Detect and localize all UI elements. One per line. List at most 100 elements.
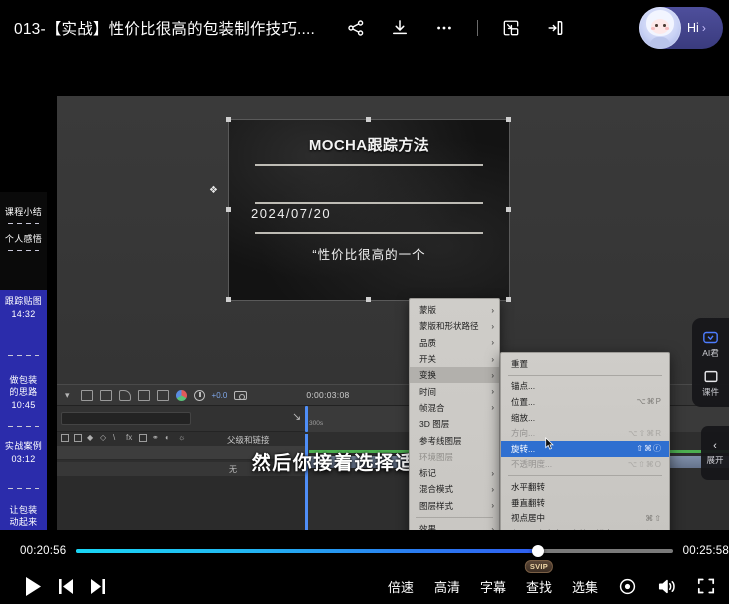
picture-in-picture-icon[interactable] xyxy=(500,17,522,39)
timeline-search-input[interactable] xyxy=(61,412,191,425)
selection-handle[interactable] xyxy=(226,207,231,212)
submenu-item[interactable]: 垂直翻转 xyxy=(501,495,669,511)
book-icon xyxy=(692,367,729,385)
solo-switch-icon[interactable]: ◆ xyxy=(87,434,95,442)
player-controls: 倍速 高清 字幕 SVIP 查找 选集 xyxy=(0,568,729,604)
3d-switch-icon[interactable] xyxy=(139,434,147,442)
ae-canvas: MOCHA跟踪方法 2024/07/20 “性价比很高的一个 xyxy=(229,120,509,300)
menu-item[interactable]: 蒙版和形状路径› xyxy=(410,318,499,334)
chapter-item-reflection[interactable]: 个人感悟 xyxy=(0,233,47,245)
play-button[interactable] xyxy=(24,576,43,597)
selection-handle[interactable] xyxy=(506,207,511,212)
speed-button[interactable]: 倍速 xyxy=(388,577,414,596)
menu-item[interactable]: 混合模式› xyxy=(410,481,499,497)
region-of-interest-icon[interactable] xyxy=(100,390,112,401)
quality-button[interactable]: 高清 xyxy=(434,577,460,596)
timeline-layer-switches: ◆ ◇ \ fx ⚭ ◐ ☼ xyxy=(61,434,186,442)
chevron-left-icon: ‹ xyxy=(713,440,717,452)
audio-switch-icon[interactable] xyxy=(74,434,82,442)
side-tools-panel: AI君 课件 xyxy=(692,318,729,407)
chapter-item-packaging-ideas[interactable]: 做包装 的思路 10:45 xyxy=(0,374,47,412)
menu-item[interactable]: 效果› xyxy=(410,521,499,530)
menu-item[interactable]: 帧混合› xyxy=(410,400,499,416)
submenu-item[interactable]: 位置...⌥⌘P xyxy=(501,394,669,410)
link-switch-icon[interactable]: ⚭ xyxy=(152,434,160,442)
volume-button[interactable] xyxy=(657,577,677,596)
submenu-item[interactable]: 水平翻转 xyxy=(501,479,669,495)
menu-item[interactable]: 品质› xyxy=(410,335,499,351)
user-chip[interactable]: Hi› xyxy=(639,7,723,49)
title-safe-icon[interactable] xyxy=(138,390,150,401)
effects-switch-icon[interactable]: fx xyxy=(126,434,134,442)
video-switch-icon[interactable] xyxy=(61,434,69,442)
cast-icon[interactable] xyxy=(544,17,566,39)
menu-item-transform[interactable]: 变换› xyxy=(410,367,499,383)
chevron-down-icon[interactable]: ▾ xyxy=(65,390,70,401)
video-stage[interactable]: MOCHA跟踪方法 2024/07/20 “性价比很高的一个 ❖ ▾ xyxy=(0,96,729,530)
ai-assistant-label: AI君 xyxy=(692,347,729,359)
chapter-rail[interactable]: 课程小结 个人感悟 跟踪贴图 14:32 做包装 的思路 10:45 实战案例 … xyxy=(0,192,47,530)
submenu-item[interactable]: 锚点... xyxy=(501,379,669,395)
3d-view-icon[interactable] xyxy=(157,390,169,401)
lock-switch-icon[interactable]: ◇ xyxy=(100,434,108,442)
search-button[interactable]: SVIP 查找 xyxy=(526,577,552,596)
courseware-button[interactable]: 课件 xyxy=(692,364,729,403)
shy-icon[interactable]: ↘ xyxy=(292,411,305,424)
fullscreen-button[interactable] xyxy=(697,577,715,595)
exposure-icon[interactable] xyxy=(194,390,205,401)
menu-item[interactable]: 蒙版› xyxy=(410,302,499,318)
expand-panel-button[interactable]: ‹ 展开 xyxy=(701,426,729,480)
submenu-item[interactable]: 缩放... xyxy=(501,410,669,426)
submenu-item[interactable]: 视点居中⌘⇧ xyxy=(501,510,669,526)
mask-switch-icon[interactable]: \ xyxy=(113,434,121,442)
subtitle-button[interactable]: 字幕 xyxy=(480,577,506,596)
more-icon[interactable] xyxy=(433,17,455,39)
courseware-label: 课件 xyxy=(692,386,729,398)
progress-row: 00:20:56 00:25:58 xyxy=(0,538,729,564)
selection-handle[interactable] xyxy=(366,297,371,302)
selection-handle[interactable] xyxy=(226,117,231,122)
greeting-label: Hi xyxy=(687,21,699,35)
transform-submenu[interactable]: 重置 锚点... 位置...⌥⌘P 缩放... 方向...⌥⇧⌘R 旋转...⇧… xyxy=(500,352,670,530)
blend-switch-icon[interactable]: ☼ xyxy=(178,434,186,442)
ae-layer-context-menu[interactable]: 蒙版› 蒙版和形状路径› 品质› 开关› 变换› 时间› 帧混合› 3D 图层 … xyxy=(409,298,500,530)
selection-handle[interactable] xyxy=(366,117,371,122)
transparency-grid-icon[interactable] xyxy=(81,390,93,401)
download-icon[interactable] xyxy=(389,17,411,39)
settings-button[interactable] xyxy=(618,577,637,596)
submenu-item[interactable]: 在图层内容中居中放置锚点⌥⌘⇧ xyxy=(501,526,669,530)
chapter-item-summary[interactable]: 课程小结 xyxy=(0,206,47,218)
progress-knob[interactable] xyxy=(532,545,544,557)
chapter-item-tracking[interactable]: 跟踪贴图 14:32 xyxy=(0,295,47,321)
channel-color-icon[interactable] xyxy=(176,390,187,401)
menu-item[interactable]: 开关› xyxy=(410,351,499,367)
selection-handle[interactable] xyxy=(506,297,511,302)
menu-item[interactable]: 时间› xyxy=(410,383,499,399)
progress-bar[interactable] xyxy=(76,549,672,553)
avatar xyxy=(639,7,681,49)
menu-item[interactable]: 图层样式› xyxy=(410,498,499,514)
episodes-button[interactable]: 选集 xyxy=(572,577,598,596)
chapter-divider xyxy=(8,250,39,251)
current-time: 00:20:56 xyxy=(20,545,66,557)
chapter-divider xyxy=(8,488,39,489)
previous-button[interactable] xyxy=(57,577,75,596)
menu-item[interactable]: 参考线图层 xyxy=(410,432,499,448)
menu-item[interactable]: 3D 图层 xyxy=(410,416,499,432)
ruler-tick-label: 300s xyxy=(309,420,323,427)
selection-handle[interactable] xyxy=(226,297,231,302)
next-button[interactable] xyxy=(89,577,107,596)
selection-handle[interactable] xyxy=(506,117,511,122)
ai-assistant-button[interactable]: AI君 xyxy=(692,325,729,364)
menu-item[interactable]: 标记› xyxy=(410,465,499,481)
proportional-grid-icon[interactable] xyxy=(119,390,131,401)
quality-switch-icon[interactable]: ◐ xyxy=(165,434,173,442)
chevron-right-icon: › xyxy=(702,21,706,35)
submenu-item-reset[interactable]: 重置 xyxy=(501,356,669,372)
chapter-item-animate[interactable]: 让包装 动起来 00:30 xyxy=(0,504,47,530)
share-icon[interactable] xyxy=(345,17,367,39)
exposure-value: +0.0 xyxy=(212,391,228,400)
snapshot-icon[interactable] xyxy=(234,391,247,400)
playhead-handle[interactable] xyxy=(305,406,308,432)
submenu-item-rotation[interactable]: 旋转...⇧⌘ⓡ xyxy=(501,441,669,457)
